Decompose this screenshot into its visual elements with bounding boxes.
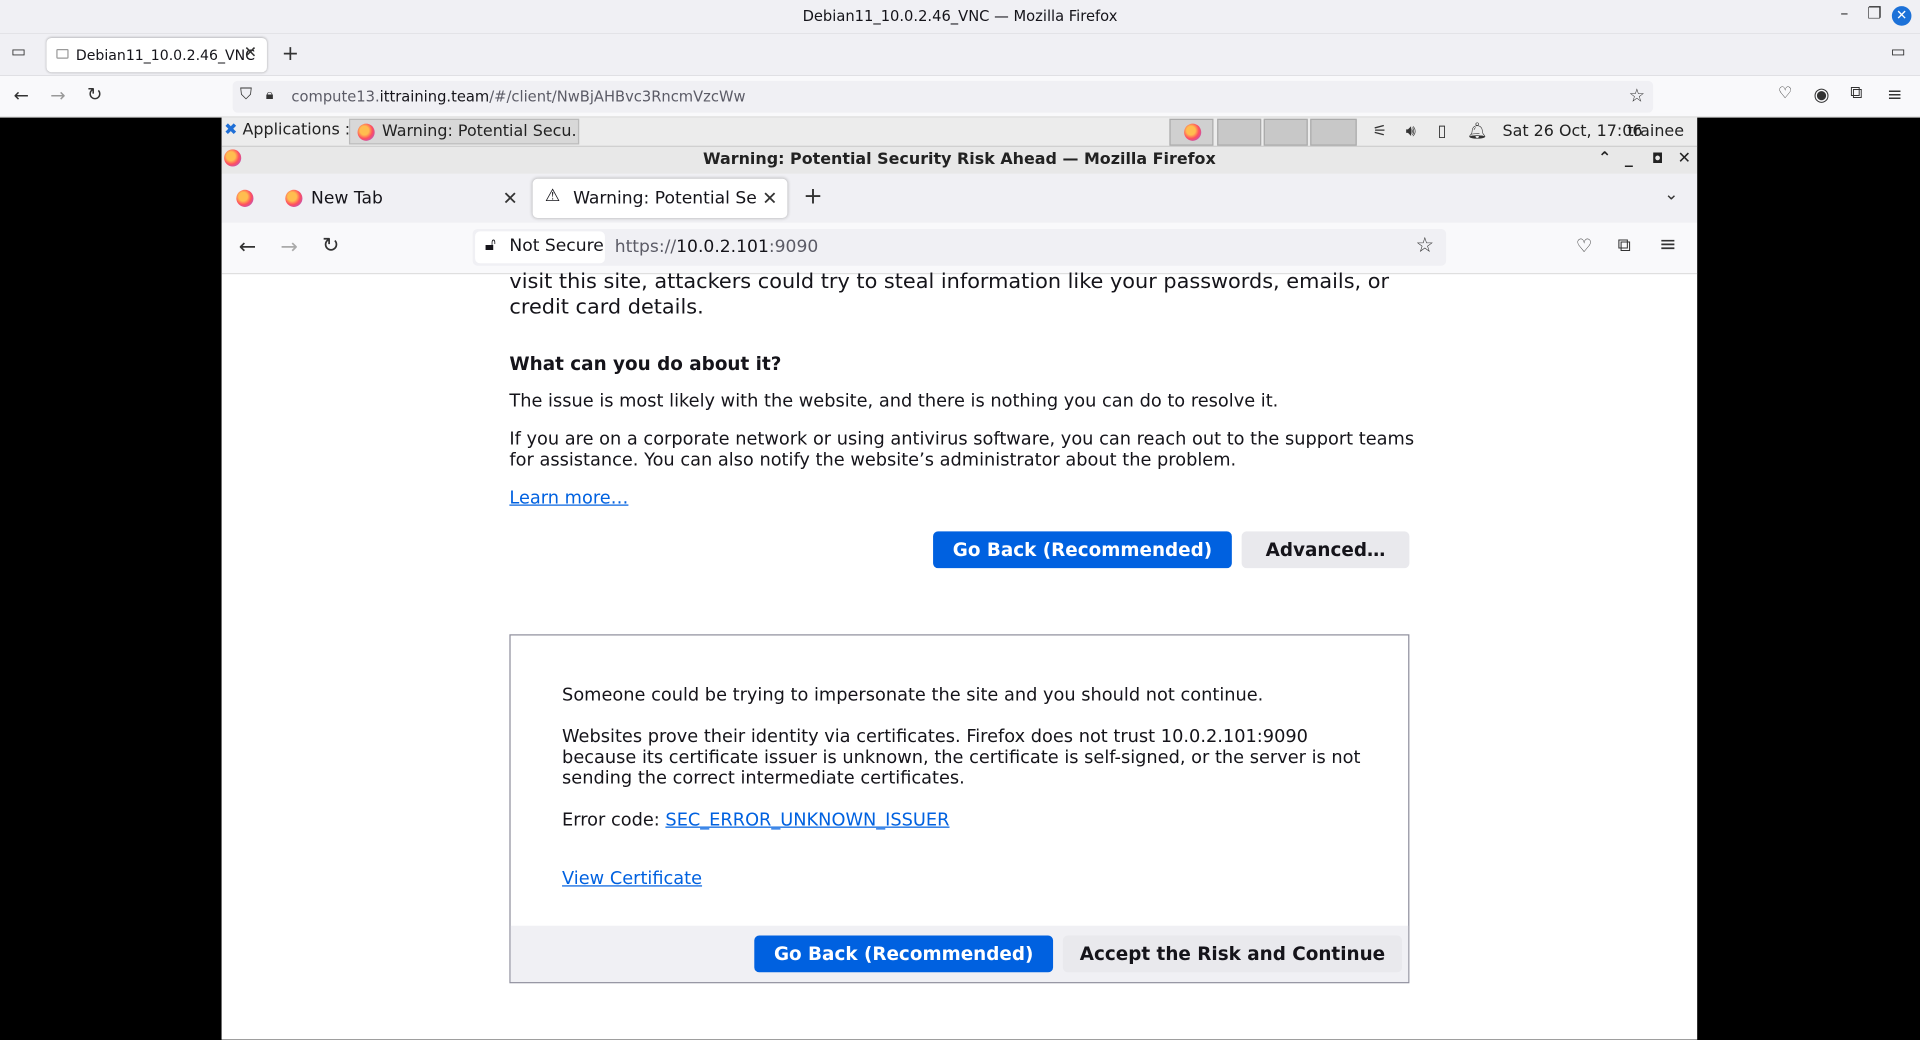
inner-url-bar[interactable]: 🔓︎ Not Secure https://10.0.2.101:9090 ☆ bbox=[472, 228, 1447, 266]
broken-lock-icon: 🔓︎ bbox=[484, 235, 497, 255]
host-tab-label: Debian11_10.0.2.46_VNC bbox=[75, 46, 256, 64]
bookmark-star-icon[interactable]: ☆ bbox=[1416, 234, 1435, 258]
inner-tab-strip: New Tab ✕ ⚠ Warning: Potential Securi ✕ … bbox=[221, 173, 1698, 223]
not-secure-label: Not Secure bbox=[509, 236, 604, 256]
error-code-link[interactable]: SEC_ERROR_UNKNOWN_ISSUER bbox=[665, 811, 949, 831]
reload-icon[interactable]: ↻ bbox=[322, 234, 339, 258]
intro-line-2: credit card details. bbox=[509, 295, 704, 320]
certificate-explanation-line-3: sending the correct intermediate certifi… bbox=[562, 768, 965, 789]
workspace-3[interactable] bbox=[1263, 118, 1308, 146]
go-back-button-secondary[interactable]: Go Back (Recommended) bbox=[754, 935, 1054, 973]
tab-new-tab[interactable]: New Tab ✕ bbox=[271, 179, 528, 218]
tab-favicon-icon bbox=[285, 189, 303, 207]
notification-bell-icon[interactable]: 🔔︎ bbox=[1467, 122, 1487, 140]
panel-clock[interactable]: Sat 26 Oct, 17:06 bbox=[1502, 122, 1642, 140]
host-tab[interactable]: Debian11_10.0.2.46_VNC ✕ bbox=[46, 37, 267, 73]
corporate-network-line-2: for assistance. You can also notify the … bbox=[509, 450, 1237, 471]
workspace-2[interactable] bbox=[1217, 118, 1262, 146]
taskbar-label: Warning: Potential Secu... bbox=[382, 122, 580, 141]
tab-favicon-icon bbox=[56, 48, 69, 59]
xfce-logo-icon: ✖ bbox=[224, 121, 238, 140]
shade-icon[interactable]: ⌃ bbox=[1598, 149, 1611, 167]
menu-icon[interactable]: ≡ bbox=[1887, 83, 1902, 105]
back-icon[interactable]: ← bbox=[13, 84, 28, 106]
close-icon[interactable]: ✕ bbox=[1678, 149, 1691, 167]
remote-panel: ✖ Applications : Warning: Potential Secu… bbox=[221, 117, 1698, 147]
inner-title-bar: Warning: Potential Security Risk Ahead —… bbox=[221, 146, 1698, 174]
tab-list-icon[interactable]: ▭ bbox=[11, 43, 26, 61]
learn-more-link[interactable]: Learn more… bbox=[509, 489, 628, 510]
tab-close-icon[interactable]: ✕ bbox=[762, 187, 777, 209]
firefox-icon bbox=[1184, 123, 1202, 141]
certificate-explanation-line-1: Websites prove their identity via certif… bbox=[562, 727, 1308, 747]
tab-label: New Tab bbox=[311, 188, 383, 209]
panel-user[interactable]: trainee bbox=[1627, 122, 1684, 140]
advanced-panel: Someone could be trying to impersonate t… bbox=[509, 634, 1410, 984]
new-tab-icon[interactable]: + bbox=[282, 42, 299, 66]
workspace-4[interactable] bbox=[1310, 118, 1357, 146]
back-icon[interactable]: ← bbox=[239, 235, 256, 259]
restore-icon[interactable]: ❐ bbox=[1867, 5, 1881, 23]
reload-icon[interactable]: ↻ bbox=[87, 83, 102, 105]
host-window-title: Debian11_10.0.2.46_VNC — Mozilla Firefox bbox=[802, 7, 1118, 25]
not-secure-badge[interactable]: 🔓︎ Not Secure bbox=[475, 231, 605, 264]
view-certificate-link[interactable]: View Certificate bbox=[562, 869, 702, 890]
inner-window-title: Warning: Potential Security Risk Ahead —… bbox=[703, 150, 1216, 169]
shield-icon[interactable]: ⛉ bbox=[240, 86, 252, 104]
corporate-network-line-1: If you are on a corporate network or usi… bbox=[509, 429, 1415, 450]
applications-label: Applications : bbox=[242, 121, 351, 140]
forward-icon[interactable]: → bbox=[50, 84, 65, 106]
tab-overview-icon[interactable]: ▭ bbox=[1891, 43, 1906, 61]
impersonate-warning: Someone could be trying to impersonate t… bbox=[562, 685, 1264, 706]
maximize-icon[interactable]: ◘ bbox=[1652, 151, 1663, 167]
tab-label: Warning: Potential Securi bbox=[573, 188, 757, 209]
list-all-tabs-icon[interactable]: ⌄ bbox=[1664, 185, 1678, 205]
account-icon[interactable]: ◉ bbox=[1813, 83, 1829, 105]
accept-risk-button[interactable]: Accept the Risk and Continue bbox=[1062, 935, 1403, 973]
pocket-icon[interactable]: ♡ bbox=[1778, 84, 1792, 102]
go-back-button[interactable]: Go Back (Recommended) bbox=[933, 531, 1232, 569]
minimize-icon[interactable]: _ bbox=[1625, 149, 1633, 167]
applications-menu[interactable]: ✖ Applications : bbox=[224, 121, 350, 139]
inner-url-text: https://10.0.2.101:9090 bbox=[614, 237, 819, 258]
remote-desktop: ✖ Applications : Warning: Potential Secu… bbox=[221, 117, 1698, 1040]
firefox-icon bbox=[357, 123, 375, 141]
forward-icon[interactable]: → bbox=[280, 235, 297, 259]
taskbar-button[interactable]: Warning: Potential Secu... bbox=[348, 118, 580, 145]
menu-icon[interactable]: ≡ bbox=[1659, 233, 1676, 257]
pocket-icon[interactable]: ♡ bbox=[1576, 235, 1592, 257]
network-icon[interactable]: ⚟ bbox=[1373, 122, 1387, 140]
intro-line-1: visit this site, attackers could try to … bbox=[509, 269, 1390, 294]
host-tab-strip: ▭ Debian11_10.0.2.46_VNC ✕ + ▭ bbox=[0, 33, 1920, 76]
host-url-text: compute13.ittraining.team/#/client/NwBjA… bbox=[291, 88, 746, 106]
tab-close-icon[interactable]: ✕ bbox=[244, 44, 257, 62]
advanced-button[interactable]: Advanced… bbox=[1241, 531, 1410, 569]
extensions-icon[interactable]: ⧉ bbox=[1618, 234, 1631, 256]
bookmark-star-icon[interactable]: ☆ bbox=[1629, 84, 1645, 106]
host-url-bar[interactable]: ⛉ 🔒︎ compute13.ittraining.team/#/client/… bbox=[232, 80, 1654, 113]
tab-close-icon[interactable]: ✕ bbox=[503, 187, 518, 209]
certificate-explanation-line-2: because its certificate issuer is unknow… bbox=[562, 748, 1361, 768]
error-page: visit this site, attackers could try to … bbox=[221, 269, 1698, 1040]
host-title-bar: Debian11_10.0.2.46_VNC — Mozilla Firefox… bbox=[0, 0, 1920, 34]
inner-nav-bar: ← → ↻ 🔓︎ Not Secure https://10.0.2.101:9… bbox=[221, 222, 1698, 275]
advanced-panel-footer: Go Back (Recommended) Accept the Risk an… bbox=[510, 925, 1409, 983]
close-icon[interactable]: ✕ bbox=[1891, 6, 1912, 26]
new-tab-icon[interactable]: + bbox=[803, 182, 822, 209]
tab-warning[interactable]: ⚠ Warning: Potential Securi ✕ bbox=[532, 178, 788, 218]
what-can-you-do-heading: What can you do about it? bbox=[509, 352, 782, 375]
firefox-view-icon[interactable] bbox=[236, 189, 254, 207]
workspace-1[interactable] bbox=[1169, 118, 1214, 146]
warning-icon: ⚠ bbox=[544, 186, 561, 206]
minimize-icon[interactable]: – bbox=[1840, 5, 1848, 23]
error-code-label: Error code: bbox=[562, 810, 666, 831]
error-code-line: Error code: SEC_ERROR_UNKNOWN_ISSUER bbox=[562, 811, 949, 832]
extensions-icon[interactable]: ⧉ bbox=[1850, 83, 1862, 103]
battery-icon[interactable]: ▯ bbox=[1438, 122, 1447, 140]
host-nav-bar: ← → ↻ ⛉ 🔒︎ compute13.ittraining.team/#/c… bbox=[0, 75, 1920, 118]
lock-icon[interactable]: 🔒︎ bbox=[266, 86, 274, 104]
issue-paragraph: The issue is most likely with the websit… bbox=[509, 391, 1279, 412]
volume-icon[interactable]: 🔊︎ bbox=[1406, 122, 1416, 140]
